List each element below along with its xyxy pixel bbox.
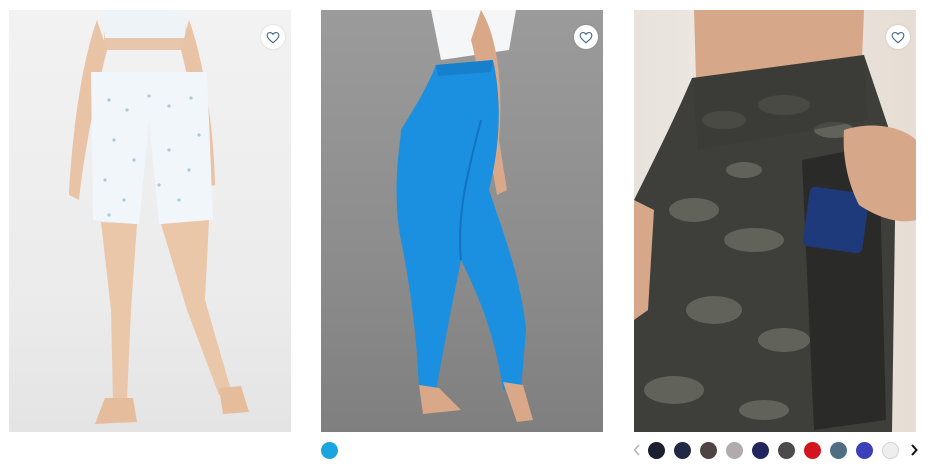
color-swatches-2 (321, 440, 338, 460)
product-3-swatch-4[interactable] (726, 441, 743, 459)
product-2-swatch-1[interactable] (321, 441, 338, 459)
favorite-button-1[interactable] (261, 25, 285, 49)
product-3-swatch-9[interactable] (856, 441, 873, 459)
heart-outline-icon (891, 31, 905, 44)
swatch-prev-button[interactable] (629, 440, 645, 460)
favorite-button-2[interactable] (574, 25, 598, 49)
product-3-swatch-5[interactable] (752, 441, 769, 459)
favorite-button-3[interactable] (886, 25, 910, 49)
product-card-1[interactable] (9, 10, 291, 432)
heart-outline-icon (266, 31, 280, 44)
chevron-left-icon (633, 444, 640, 456)
chevron-right-icon (911, 444, 918, 456)
product-image-1[interactable] (9, 10, 291, 432)
product-3-swatch-1[interactable] (648, 441, 665, 459)
color-swatches-3 (629, 440, 922, 460)
product-card-3[interactable] (634, 10, 916, 432)
heart-outline-icon (579, 31, 593, 44)
product-3-swatch-8[interactable] (830, 441, 847, 459)
product-3-swatch-6[interactable] (778, 441, 795, 459)
product-3-swatch-3[interactable] (700, 441, 717, 459)
product-3-swatch-10[interactable] (882, 441, 899, 459)
product-image-2[interactable] (321, 10, 603, 432)
product-3-swatch-7[interactable] (804, 441, 821, 459)
product-image-3[interactable] (634, 10, 916, 432)
product-card-2[interactable] (321, 10, 603, 432)
swatch-next-button[interactable] (906, 440, 922, 460)
product-3-swatch-2[interactable] (674, 441, 691, 459)
swatch-list-3 (648, 441, 908, 459)
